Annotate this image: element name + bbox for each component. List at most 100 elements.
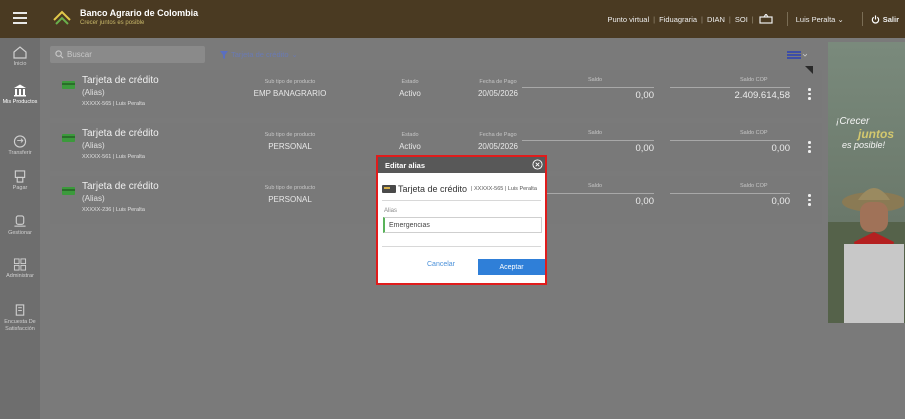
column-label: Saldo COP: [740, 130, 768, 136]
sidebar-item-administrar[interactable]: Administrar: [0, 258, 40, 280]
power-icon: [871, 14, 879, 23]
alias-input[interactable]: [383, 217, 542, 233]
manage-icon: [14, 215, 26, 227]
more-options-icon[interactable]: [807, 141, 811, 153]
filter-icon: [220, 50, 228, 59]
sidebar-item-pagar[interactable]: Pagar: [0, 170, 40, 192]
credit-card-icon: [382, 185, 396, 193]
sidebar-item-encuesta[interactable]: Encuesta De Satisfacción: [0, 304, 40, 333]
subtype-value: PERSONAL: [268, 142, 312, 151]
top-bar: Banco Agrario de Colombia Crecer juntos …: [0, 0, 905, 38]
balance-cop-value: 0,00: [771, 196, 791, 207]
sidebar-label: Mis Productos: [2, 99, 38, 105]
logout-button[interactable]: Salir: [871, 15, 899, 24]
state-column: Estado Activo: [385, 123, 435, 151]
sidebar-label: Pagar: [12, 185, 28, 191]
brand-slogan: Crecer juntos es posible: [80, 20, 145, 26]
sidebar-label: Inicio: [13, 61, 27, 67]
subtype-column: Sub tipo de producto PERSONAL: [250, 176, 330, 204]
alias-field-label: Alias: [384, 208, 398, 214]
chevron-down-icon: ⌄: [291, 50, 298, 59]
promo-banner[interactable]: ¡Crecer juntos es posible!: [828, 42, 905, 323]
farmer-image: [842, 188, 904, 323]
product-card[interactable]: Tarjeta de crédito (Alias) XXXXX-565 | L…: [50, 66, 822, 118]
sidebar-label: Administrar: [6, 273, 34, 279]
sidebar-label: Transferir: [8, 150, 32, 156]
dialog-title: Editar alias: [385, 161, 426, 170]
column-label: Sub tipo de producto: [264, 132, 316, 138]
card-alias[interactable]: (Alias): [82, 194, 105, 203]
due-date-column: Fecha de Pago 20/05/2026: [468, 70, 528, 98]
balance-column: Saldo 0,00: [522, 130, 654, 154]
link-punto-virtual[interactable]: Punto virtual: [604, 15, 652, 24]
menu-icon[interactable]: [13, 12, 27, 24]
sidebar-label: Encuesta De Satisfacción: [4, 319, 36, 332]
corner-flag-icon: [805, 66, 813, 74]
subtype-column: Sub tipo de producto PERSONAL: [250, 123, 330, 151]
product-filter[interactable]: Tarjeta de crédito ⌄: [220, 50, 298, 59]
user-menu[interactable]: Luis Peralta ⌄: [796, 15, 844, 24]
search-icon: [55, 50, 64, 59]
column-label: Sub tipo de producto: [264, 185, 316, 191]
banner-text-2: juntos: [858, 127, 894, 141]
column-label: Saldo: [588, 130, 603, 136]
due-date-value: 20/05/2026: [477, 89, 519, 98]
banner-text-3: es posible!: [842, 140, 886, 150]
sidebar-label: Gestionar: [8, 230, 32, 236]
balance-value: 0,00: [635, 143, 655, 154]
close-icon[interactable]: [532, 159, 543, 170]
card-account: XXXXX-565 | Luis Peralta: [82, 101, 145, 107]
state-value: Activo: [399, 89, 421, 98]
divider: [670, 193, 790, 194]
search-placeholder: Buscar: [67, 50, 92, 59]
logout-label: Salir: [882, 14, 899, 24]
balance-cop-column: Saldo COP 0,00: [670, 183, 790, 207]
column-label: Fecha de Pago: [479, 132, 517, 138]
sidebar-item-inicio[interactable]: Inicio: [0, 46, 40, 68]
dialog-header: Editar alias: [378, 157, 545, 173]
card-alias[interactable]: (Alias): [82, 88, 105, 97]
user-name: Luis Peralta: [795, 14, 836, 24]
sidebar-item-gestionar[interactable]: Gestionar: [0, 215, 40, 237]
transfer-icon: [13, 135, 27, 148]
accept-button[interactable]: Aceptar: [478, 259, 545, 275]
sidebar-item-transferir[interactable]: Transferir: [0, 135, 40, 157]
cancel-button[interactable]: Cancelar: [427, 261, 455, 268]
card-alias[interactable]: (Alias): [82, 141, 105, 150]
link-soi[interactable]: SOI: [732, 15, 751, 24]
link-fiduagraria[interactable]: Fiduagraria: [656, 15, 700, 24]
dialog-product-account: | XXXXX-565 | Luis Peralta: [471, 186, 537, 192]
state-column: Estado Activo: [385, 70, 435, 98]
credit-card-icon: [62, 81, 75, 89]
divider: [522, 140, 654, 141]
divider: [522, 87, 654, 88]
divider: [382, 200, 541, 201]
column-label: Saldo COP: [740, 77, 768, 83]
due-date-value: 20/05/2026: [477, 142, 519, 151]
sidebar-item-mis-productos[interactable]: Mis Productos: [0, 84, 40, 106]
state-value: Activo: [399, 142, 421, 151]
more-options-icon[interactable]: [807, 194, 811, 206]
inbox-icon[interactable]: [759, 14, 773, 24]
edit-alias-dialog: Editar alias Tarjeta de crédito | XXXXX-…: [376, 155, 547, 285]
subtype-column: Sub tipo de producto EMP BANAGRARIO: [250, 70, 330, 98]
column-label: Saldo: [588, 77, 603, 83]
subtype-value: PERSONAL: [268, 195, 312, 204]
brand-name: Banco Agrario de Colombia: [80, 8, 199, 18]
filter-label: Tarjeta de crédito: [231, 50, 289, 59]
search-input[interactable]: Buscar: [50, 46, 205, 63]
bank-icon: [14, 84, 26, 97]
top-nav: Punto virtual | Fiduagraria | DIAN | SOI…: [604, 0, 905, 38]
due-date-column: Fecha de Pago 20/05/2026: [468, 123, 528, 151]
subtype-value: EMP BANAGRARIO: [253, 89, 327, 98]
balance-cop-column: Saldo COP 2.409.614,58: [670, 77, 790, 101]
dialog-product: Tarjeta de crédito | XXXXX-565 | Luis Pe…: [382, 184, 537, 194]
divider: [382, 246, 541, 247]
card-title: Tarjeta de crédito: [82, 181, 159, 192]
payment-icon: [14, 170, 26, 183]
balance-column: Saldo 0,00: [522, 77, 654, 101]
balance-cop-column: Saldo COP 0,00: [670, 130, 790, 154]
link-dian[interactable]: DIAN: [704, 15, 728, 24]
more-options-icon[interactable]: [807, 88, 811, 100]
list-view-icon[interactable]: [787, 50, 807, 60]
